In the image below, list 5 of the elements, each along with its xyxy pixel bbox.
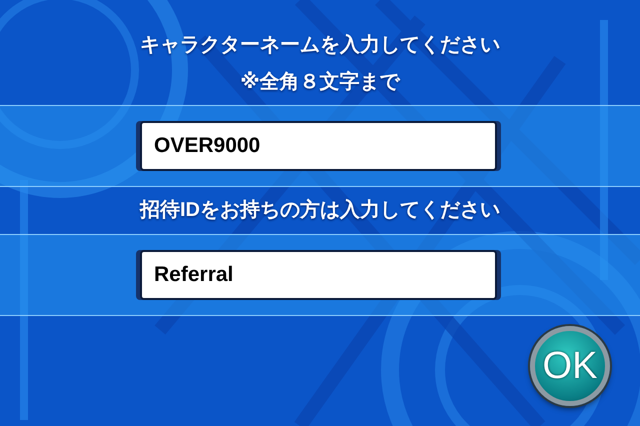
referral-prompt: 招待IDをお持ちの方は入力してください <box>138 198 501 223</box>
name-field[interactable]: OVER9000 <box>140 121 497 171</box>
name-prompt: キャラクターネームを入力してください <box>139 33 501 58</box>
referral-field[interactable]: Referral <box>140 250 497 300</box>
character-limit-note: ※全角８文字まで <box>239 70 402 95</box>
